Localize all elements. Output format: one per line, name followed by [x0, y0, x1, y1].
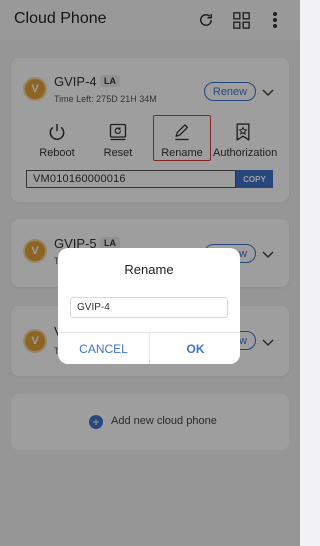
- dialog-title: Rename: [124, 262, 174, 277]
- rename-dialog: Rename CANCEL OK: [58, 248, 240, 364]
- ok-button[interactable]: OK: [150, 333, 240, 364]
- cancel-button[interactable]: CANCEL: [58, 333, 149, 364]
- rename-input[interactable]: [70, 297, 228, 318]
